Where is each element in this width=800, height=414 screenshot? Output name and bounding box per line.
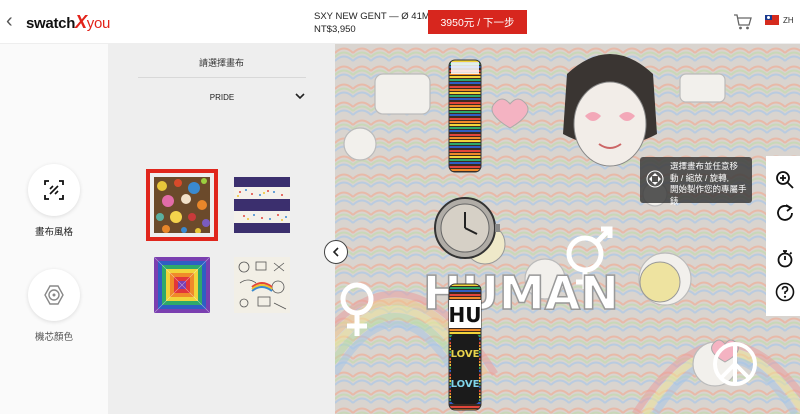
product-name: SXY NEW GENT — Ø 41MM: [314, 11, 438, 22]
collection-dropdown[interactable]: PRIDE: [138, 90, 306, 106]
rail-item-label: 畫布風格: [34, 227, 73, 238]
canvas-tools: [766, 156, 800, 316]
language-selector[interactable]: ZH: [765, 15, 794, 25]
chevron-left-icon[interactable]: ‹: [6, 10, 13, 33]
pride-canvas-artwork: HUMAN: [335, 44, 800, 414]
strap-text-hu: HU: [449, 303, 482, 327]
top-bar: ‹ swatchXyou SXY NEW GENT — Ø 41MM NT$3,…: [0, 0, 800, 44]
product-price: NT$3,950: [314, 24, 356, 35]
logo[interactable]: swatchXyou: [26, 12, 110, 33]
flag-icon: [765, 15, 779, 25]
chevron-left-icon: [332, 247, 339, 257]
left-rail: 畫布風格 機芯顏色: [0, 44, 108, 414]
swatch-rainbow-mosaic[interactable]: [154, 257, 210, 313]
rotate-icon[interactable]: [775, 202, 795, 222]
strap-text-love-2: LOVE: [451, 379, 480, 390]
rail-item-movement[interactable]: 機芯顏色: [0, 269, 108, 343]
cart-icon[interactable]: [733, 13, 753, 31]
tooltip-line-3: 開始製作您的專屬手錶: [670, 184, 747, 206]
rail-circle: [28, 269, 80, 321]
canvas-style-icon: [44, 180, 64, 200]
pride-doodle-pattern: [154, 177, 210, 233]
instruction-tooltip: 選擇畫布並任意移 動 / 縮放 / 旋轉, 開始製作您的專屬手錶: [640, 157, 752, 206]
tooltip-line-2: 動 / 縮放 / 旋轉,: [670, 172, 730, 183]
stopwatch-icon[interactable]: [775, 248, 795, 268]
help-icon[interactable]: [775, 282, 795, 302]
swatch-pride-sketch[interactable]: [234, 257, 290, 313]
dropdown-value: PRIDE: [209, 93, 235, 102]
rainbow-stripe-pattern: [234, 177, 290, 233]
watch-preview[interactable]: HU LOVE LOVE: [425, 52, 505, 412]
language-code: ZH: [783, 15, 794, 25]
pride-sketch-pattern: [234, 257, 290, 313]
swatch-rainbow-stripe[interactable]: [234, 177, 290, 233]
product-info: SXY NEW GENT — Ø 41MM NT$3,950: [314, 10, 438, 36]
movement-icon: [44, 285, 64, 305]
strap-text-love: LOVE: [451, 349, 480, 360]
swatch-pride-doodle[interactable]: [146, 169, 218, 241]
design-canvas[interactable]: HUMAN HU LOVE LOVE: [335, 44, 800, 414]
rail-item-label: 機芯顏色: [34, 332, 73, 343]
rail-item-canvas-style[interactable]: 畫布風格: [0, 164, 108, 238]
rail-circle: [28, 164, 80, 216]
next-step-button[interactable]: 3950元 / 下一步: [428, 10, 527, 34]
zoom-in-icon[interactable]: [775, 170, 795, 190]
panel-title: 請選擇畫布: [198, 58, 244, 68]
chevron-down-icon: [295, 93, 305, 100]
tooltip-line-1: 選擇畫布並任意移: [670, 161, 739, 171]
collapse-panel-button[interactable]: [324, 240, 348, 264]
divider: [138, 77, 306, 78]
move-icon: [646, 170, 664, 188]
canvas-panel: 請選擇畫布 PRIDE: [108, 44, 335, 414]
rainbow-mosaic-pattern: [154, 257, 210, 313]
